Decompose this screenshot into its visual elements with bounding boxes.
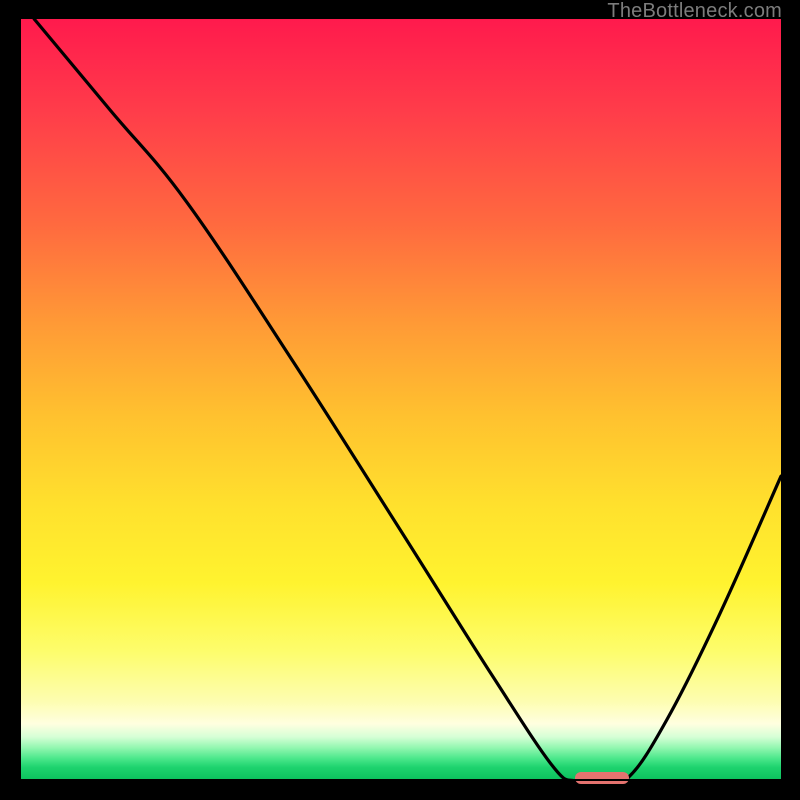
- bottleneck-curve: [34, 19, 781, 783]
- watermark-text: TheBottleneck.com: [607, 0, 782, 23]
- chart-stage: TheBottleneck.com: [0, 0, 800, 800]
- optimal-range-marker: [575, 772, 628, 784]
- bottleneck-curve-layer: [19, 19, 781, 781]
- x-axis-line: [19, 779, 781, 781]
- y-axis-line: [19, 19, 21, 781]
